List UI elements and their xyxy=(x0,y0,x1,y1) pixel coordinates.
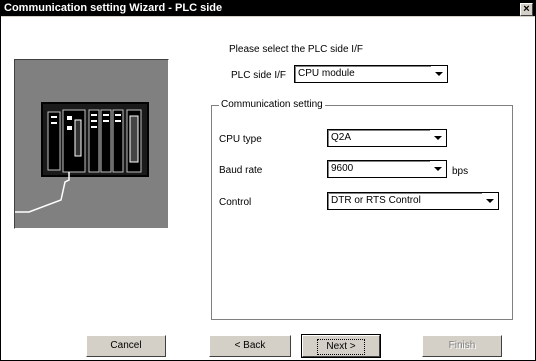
cpu-type-value: Q2A xyxy=(331,132,352,143)
chevron-down-icon[interactable] xyxy=(430,161,446,177)
baud-rate-unit: bps xyxy=(452,166,469,177)
wizard-window: Communication setting Wizard - PLC side … xyxy=(0,0,536,361)
finish-button[interactable]: Finish xyxy=(422,335,502,357)
close-icon: × xyxy=(523,3,530,15)
plc-unit-icon xyxy=(14,59,169,229)
window-title: Communication setting Wizard - PLC side xyxy=(4,2,223,14)
next-button[interactable]: Next > xyxy=(301,334,381,358)
control-value: DTR or RTS Control xyxy=(331,195,421,206)
baud-rate-label: Baud rate xyxy=(219,165,263,176)
plc-side-label: PLC side I/F xyxy=(231,70,287,81)
chevron-down-icon[interactable] xyxy=(430,130,446,146)
chevron-down-icon[interactable] xyxy=(482,193,498,209)
cpu-type-select[interactable]: Q2A xyxy=(327,129,447,147)
plc-side-value: CPU module xyxy=(298,68,355,79)
cancel-label: Cancel xyxy=(110,340,142,351)
cancel-button[interactable]: Cancel xyxy=(86,335,166,357)
control-select[interactable]: DTR or RTS Control xyxy=(327,192,499,210)
next-label: Next > xyxy=(317,339,365,355)
finish-label: Finish xyxy=(448,340,476,351)
baud-rate-value: 9600 xyxy=(331,163,354,174)
chevron-down-icon[interactable] xyxy=(431,66,447,82)
back-label: < Back xyxy=(234,340,266,351)
prompt-text: Please select the PLC side I/F xyxy=(229,44,363,55)
plc-side-select[interactable]: CPU module xyxy=(294,65,448,83)
back-button[interactable]: < Back xyxy=(209,335,291,357)
close-button[interactable]: × xyxy=(520,3,533,16)
cpu-type-label: CPU type xyxy=(219,134,262,145)
control-label: Control xyxy=(219,197,252,208)
title-bar: Communication setting Wizard - PLC side … xyxy=(1,1,535,16)
wizard-body: Please select the PLC side I/F PLC side … xyxy=(1,17,535,360)
group-legend: Communication setting xyxy=(219,99,325,110)
baud-rate-select[interactable]: 9600 xyxy=(327,160,447,178)
